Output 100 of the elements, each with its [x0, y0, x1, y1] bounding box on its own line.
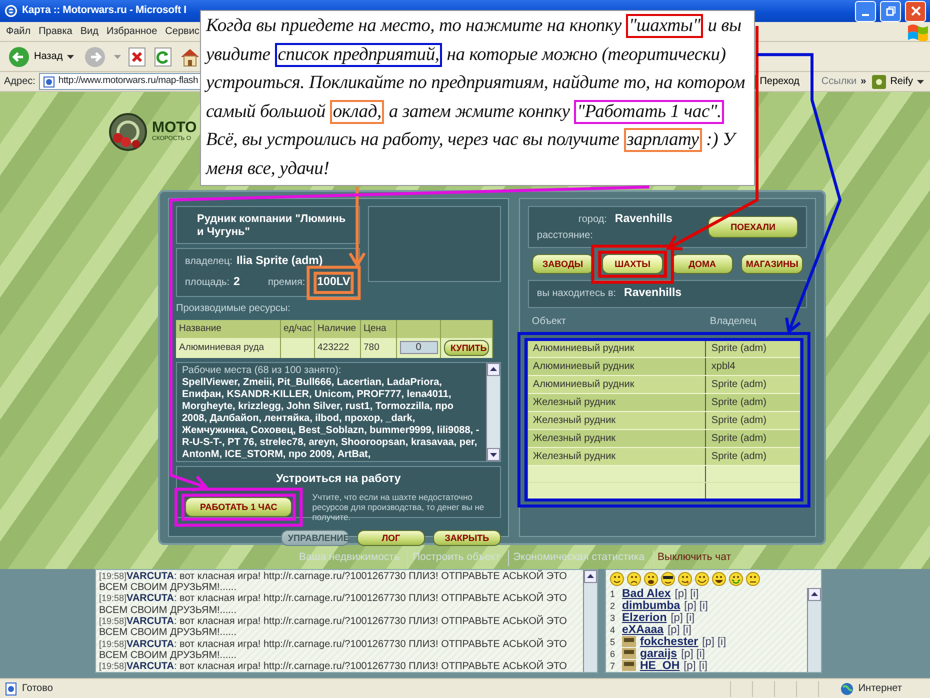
category-tab[interactable]: ДОМА: [671, 254, 734, 274]
table-cell: 423222: [314, 338, 360, 358]
table-cell[interactable]: Sprite (adm): [706, 430, 800, 448]
scroll-up-icon[interactable]: [808, 588, 821, 601]
smiley-icon[interactable]: [661, 572, 675, 586]
buy-button[interactable]: КУПИТЬ: [444, 340, 488, 356]
work-button[interactable]: РАБОТАТЬ 1 ЧАС: [185, 497, 292, 518]
links-label[interactable]: Ссылки: [821, 74, 857, 89]
user-number: 1: [610, 588, 616, 600]
menu-item[interactable]: Избранное: [106, 24, 158, 39]
more-links-button[interactable]: »: [860, 74, 866, 89]
chat-message: [19:58]VARCUTA: вот класная игра! http://r.carnage.ru/?1001267730 ПЛИЗ! ОТПРАВЬТЕ АСЬКОЙ ЭТО ВСЕМ СВОИМ ДРУЗЬЯМ!......: [99, 616, 568, 638]
location-label: вы находитесь в:: [536, 287, 616, 302]
table-cell[interactable]: xpbl4: [706, 358, 800, 376]
table-cell[interactable]: Железный рудник: [528, 394, 706, 412]
owner-label: владелец:: [185, 255, 232, 269]
column-header: Название: [176, 320, 280, 338]
scrollbar[interactable]: [486, 363, 500, 461]
refresh-icon[interactable]: [152, 46, 173, 66]
user-actions-link[interactable]: [p] [i]: [668, 624, 692, 636]
scroll-up-icon[interactable]: [584, 570, 597, 583]
panel-button[interactable]: ЛОГ: [356, 530, 425, 546]
table-cell: Алюминиевая руда: [176, 338, 280, 358]
table-cell[interactable]: Железный рудник: [528, 412, 706, 430]
address-label: Адрес:: [4, 75, 36, 89]
minimize-button[interactable]: [855, 0, 876, 22]
column-header: Владелец: [710, 314, 756, 328]
smiley-icon[interactable]: [746, 572, 760, 586]
job-note: Учтите, что если на шахте недостаточно ресурсов для производства, то денег вы не получите.: [312, 492, 486, 522]
table-cell[interactable]: Алюминиевый рудник: [528, 376, 706, 394]
table-cell[interactable]: Sprite (adm): [706, 376, 800, 394]
scrollbar[interactable]: [807, 588, 821, 672]
category-tab[interactable]: ЗАВОДЫ: [532, 254, 594, 274]
caret-icon: [114, 54, 121, 58]
status-text: Готово: [22, 682, 53, 696]
user-name-link[interactable]: dimbumba: [622, 600, 680, 612]
page-icon: [4, 682, 18, 696]
user-name-link[interactable]: garaijs: [640, 648, 678, 660]
table-cell[interactable]: Sprite (adm): [706, 448, 800, 466]
user-actions-link[interactable]: [p] [i]: [684, 660, 708, 672]
workers-title: Рабочие места (68 из 100 занято):: [182, 365, 342, 377]
extension-icon: [872, 74, 886, 88]
user-name-link[interactable]: eXAaaa: [622, 624, 664, 636]
restore-button[interactable]: [880, 0, 901, 22]
globe-icon: [840, 682, 854, 696]
menu-item[interactable]: Правка: [38, 24, 72, 39]
smiley-icon[interactable]: [627, 572, 641, 586]
bonus-label: премия:: [268, 276, 306, 290]
amount-field[interactable]: 0: [400, 340, 438, 354]
logo-text: MOTO: [152, 120, 197, 135]
worker-names: SpellViewer, Zmeiii, Pit_Bull666, Lacertian, LadaPriora, Епифан, KSANDR-KILLER, Unicom, PROF777, lena4011, Morgheyte, krizzlegg, John Silver, rust1, Tormozzilla, про 2008, Далбайоп, лентяйка, ilbod, прохор, _dark, Жемчужинка, Соховец, Best_Soblazn, bummer9999, lili9088, -R-U-S-T-, PT 76, strelec78, areyn, Shooroopsan, krasavaa, per, AntonM, ICE_STORM, про 2009, ArtBat,: [182, 377, 480, 461]
area-label: площадь:: [185, 276, 230, 290]
smiley-icon[interactable]: [712, 572, 726, 586]
table-cell[interactable]: Sprite (adm): [706, 412, 800, 430]
user-actions-link[interactable]: [p] [i]: [681, 648, 705, 660]
chat-toggle-link[interactable]: Выключить чат: [652, 550, 736, 566]
category-tab[interactable]: МАГАЗИНЫ: [741, 254, 803, 274]
category-tab[interactable]: ШАХТЫ: [602, 254, 664, 274]
travel-button[interactable]: ПОЕХАЛИ: [708, 216, 798, 238]
minimize-icon: [862, 14, 869, 16]
panel-button[interactable]: ЗАКРЫТЬ: [432, 530, 501, 546]
city-name: Ravenhills: [614, 212, 672, 227]
smiley-icon[interactable]: [695, 572, 709, 586]
scroll-down-icon[interactable]: [486, 448, 500, 461]
user-name-link[interactable]: Bad Alex: [622, 588, 671, 600]
smiley-icon[interactable]: [729, 572, 743, 586]
close-icon: [910, 6, 920, 16]
user-name-link[interactable]: Elzerion: [622, 612, 667, 624]
user-name-link[interactable]: HE_OH: [640, 660, 680, 672]
location-name: Ravenhills: [624, 286, 682, 302]
scrollbar[interactable]: [583, 570, 597, 672]
user-actions-link[interactable]: [p] [i]: [702, 636, 726, 648]
caret-icon: [66, 54, 74, 58]
table-cell[interactable]: Алюминиевый рудник: [528, 358, 706, 376]
user-actions-link[interactable]: [p] [i]: [674, 588, 699, 600]
restore-icon: [886, 6, 896, 16]
scroll-up-icon[interactable]: [486, 363, 500, 376]
user-actions-link[interactable]: [p] [i]: [684, 600, 708, 612]
back-button[interactable]: Назад: [6, 46, 76, 68]
smiley-icon[interactable]: [678, 572, 692, 586]
table-cell[interactable]: Железный рудник: [528, 448, 706, 466]
menu-item[interactable]: Файл: [6, 24, 31, 39]
smiley-icon[interactable]: [610, 572, 624, 586]
close-button[interactable]: [905, 0, 926, 22]
menu-item[interactable]: Сервис: [165, 24, 200, 39]
menu-item[interactable]: Вид: [80, 24, 98, 39]
zone-text: Интернет: [858, 682, 902, 696]
chat-message: [19:58]VARCUTA: вот класная игра! http://r.carnage.ru/?1001267730 ПЛИЗ! ОТПРАВЬТЕ АСЬКОЙ ЭТО: [99, 661, 568, 672]
table-cell[interactable]: Железный рудник: [528, 430, 706, 448]
extension-button[interactable]: Reify: [870, 74, 926, 89]
smiley-icon[interactable]: [644, 572, 658, 586]
annotation-tooltip: Когда вы приедете на место, то нажмите на кнопку "шахты" и вы увидите список предприятий, на которые можно (теоритически) устроиться. Покликайте по предприятиям, найдите то, на котором самый большой оклад, а затем жмите конпку "Работать 1 час". Всё, вы устроились на работу, через час вы получите зарплату :) У меня все, удачи!: [200, 10, 755, 186]
user-name-link[interactable]: fokchester: [640, 636, 698, 648]
mine-title: Рудник компании "Люминь и Чугунь": [176, 206, 360, 244]
window-title: Карта :: Motorwars.ru - Microsoft I: [22, 3, 186, 18]
user-actions-link[interactable]: [p] [i]: [670, 612, 695, 624]
stop-icon[interactable]: [126, 46, 147, 66]
column-header: Наличие: [314, 320, 360, 338]
table-cell: 780: [360, 338, 396, 358]
table-cell[interactable]: Sprite (adm): [706, 394, 800, 412]
